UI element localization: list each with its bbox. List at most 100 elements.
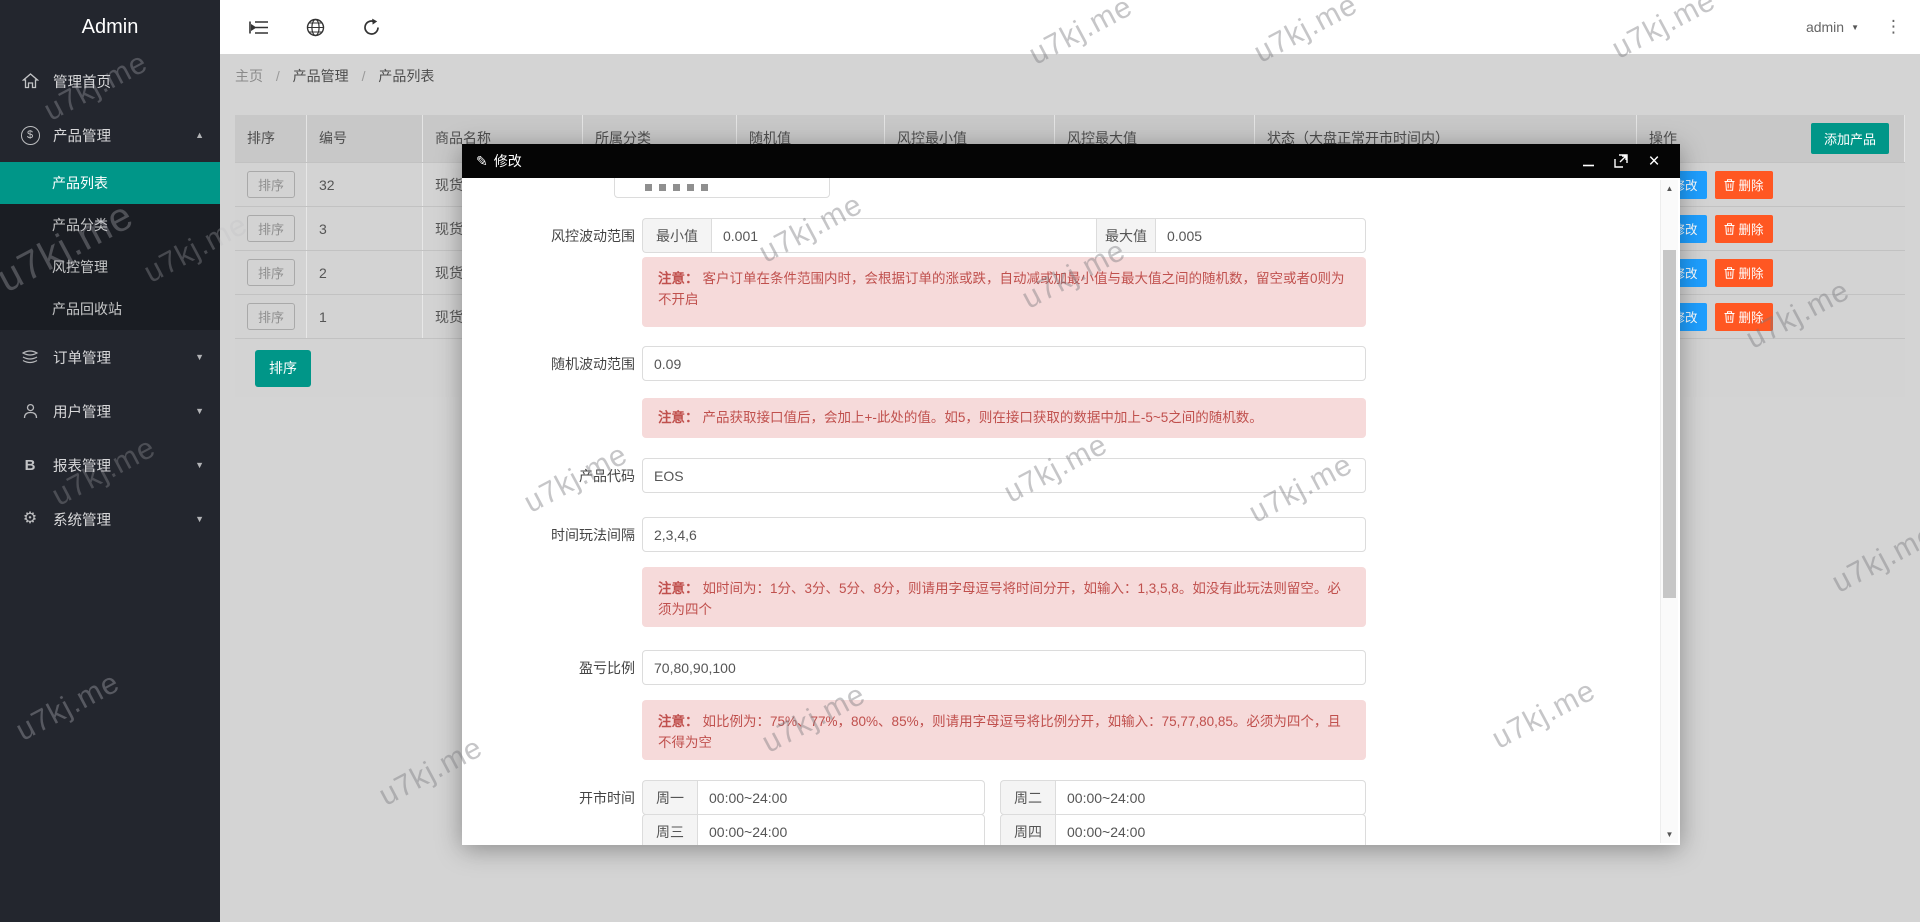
- sidebar-item-label: 订单管理: [53, 347, 111, 368]
- day-addon: 周三: [642, 814, 697, 845]
- time-interval-input[interactable]: [642, 517, 1366, 552]
- report-b-icon: B: [20, 457, 40, 474]
- breadcrumb: 主页 / 产品管理 / 产品列表: [235, 66, 434, 86]
- time-interval-note: 注意：如时间为：1分、3分、5分、8分，则请用字母逗号将时间分开，如输入：1,3…: [642, 567, 1366, 627]
- market-time-tue-input[interactable]: [1055, 780, 1366, 815]
- market-time-wed: 周三: [642, 814, 985, 845]
- sidebar-item-product-recycle[interactable]: 产品回收站: [0, 288, 220, 330]
- field-label-random-range: 随机波动范围: [485, 354, 635, 374]
- cell-id: 32: [307, 163, 423, 206]
- max-addon: 最大值: [1097, 218, 1155, 253]
- market-time-thu: 周四: [1000, 814, 1366, 845]
- scroll-down-icon[interactable]: ▼: [1661, 830, 1678, 839]
- col-id: 编号: [307, 115, 423, 162]
- pl-ratio-input[interactable]: [642, 650, 1366, 685]
- chevron-down-icon: ▼: [195, 352, 204, 362]
- pencil-icon: ✎: [476, 153, 488, 170]
- sort-button[interactable]: 排序: [255, 350, 311, 387]
- home-icon: [20, 73, 40, 89]
- random-range-input[interactable]: [642, 346, 1366, 381]
- modal-title: 修改: [494, 151, 522, 171]
- sidebar-item-user-mgmt[interactable]: 用户管理 ▼: [0, 384, 220, 438]
- dollar-circle-icon: $: [20, 126, 40, 145]
- row-sort-button[interactable]: 排序: [247, 215, 295, 242]
- add-product-button[interactable]: 添加产品: [1811, 123, 1889, 154]
- min-addon: 最小值: [642, 218, 711, 253]
- user-menu[interactable]: admin ▼: [1806, 19, 1859, 35]
- chevron-down-icon: ▼: [195, 514, 204, 524]
- risk-range-group: 最小值 最大值: [642, 218, 1366, 253]
- sidebar: Admin 管理首页 $ 产品管理 ▲ 产品列表 产品分类 风控管理 产品回收站…: [0, 0, 220, 922]
- product-submenu: 产品列表 产品分类 风控管理 产品回收站: [0, 162, 220, 330]
- clipped-select[interactable]: [614, 178, 830, 198]
- sidebar-item-product-list[interactable]: 产品列表: [0, 162, 220, 204]
- modal-titlebar[interactable]: ✎ 修改 ×: [462, 144, 1680, 178]
- trash-icon: [1724, 267, 1735, 279]
- field-label-market-time: 开市时间: [485, 788, 635, 808]
- close-icon[interactable]: ×: [1646, 153, 1662, 169]
- cell-id: 1: [307, 295, 423, 338]
- field-label-time-interval: 时间玩法间隔: [485, 525, 635, 545]
- breadcrumb-product-mgmt[interactable]: 产品管理: [293, 68, 349, 84]
- risk-max-input[interactable]: [1155, 218, 1366, 253]
- delete-button[interactable]: 删除: [1715, 171, 1773, 199]
- sidebar-item-label: 管理首页: [53, 71, 111, 92]
- field-label-pl-ratio: 盈亏比例: [485, 658, 635, 678]
- delete-button[interactable]: 删除: [1715, 303, 1773, 331]
- cell-id: 3: [307, 207, 423, 250]
- delete-button[interactable]: 删除: [1715, 215, 1773, 243]
- more-options-icon[interactable]: ⋮: [1885, 17, 1902, 37]
- layers-icon: [20, 350, 40, 365]
- row-sort-button[interactable]: 排序: [247, 171, 295, 198]
- market-time-wed-input[interactable]: [697, 814, 985, 845]
- market-time-mon: 周一: [642, 780, 985, 815]
- globe-icon[interactable]: [304, 16, 326, 38]
- sidebar-item-label: 系统管理: [53, 509, 111, 530]
- pl-ratio-note: 注意：如比例为：75%、77%，80%、85%，则请用字母逗号将比例分开，如输入…: [642, 700, 1366, 760]
- refresh-icon[interactable]: [360, 16, 382, 38]
- username: admin: [1806, 19, 1844, 35]
- caret-down-icon: ▼: [1851, 23, 1859, 32]
- sidebar-item-risk-mgmt[interactable]: 风控管理: [0, 246, 220, 288]
- sidebar-item-label: 用户管理: [53, 401, 111, 422]
- sidebar-item-product-mgmt[interactable]: $ 产品管理 ▲: [0, 108, 220, 162]
- delete-button[interactable]: 删除: [1715, 259, 1773, 287]
- product-code-input[interactable]: [642, 458, 1366, 493]
- market-time-thu-input[interactable]: [1055, 814, 1366, 845]
- gear-icon: ⚙: [20, 511, 40, 527]
- maximize-icon[interactable]: [1613, 153, 1629, 169]
- breadcrumb-current: 产品列表: [378, 68, 434, 84]
- day-addon: 周二: [1000, 780, 1055, 815]
- row-sort-button[interactable]: 排序: [247, 259, 295, 286]
- modal-scrollbar[interactable]: ▲ ▼: [1660, 180, 1678, 843]
- market-time-tue: 周二: [1000, 780, 1366, 815]
- cell-id: 2: [307, 251, 423, 294]
- risk-min-input[interactable]: [711, 218, 1097, 253]
- chevron-down-icon: ▼: [195, 460, 204, 470]
- user-icon: [20, 403, 40, 419]
- trash-icon: [1724, 179, 1735, 191]
- sidebar-item-report-mgmt[interactable]: B 报表管理 ▼: [0, 438, 220, 492]
- sidebar-item-dashboard[interactable]: 管理首页: [0, 54, 220, 108]
- sidebar-item-label: 产品管理: [53, 125, 111, 146]
- edit-modal: ✎ 修改 × 风控波动范围 最小值 最大值 注意：客户订单在条件范围内时，会根据…: [462, 144, 1680, 845]
- scrollbar-thumb[interactable]: [1663, 250, 1676, 598]
- field-label-product-code: 产品代码: [485, 466, 635, 486]
- topbar: admin ▼ ⋮: [220, 0, 1920, 54]
- sidebar-item-product-category[interactable]: 产品分类: [0, 204, 220, 246]
- sidebar-item-system-mgmt[interactable]: ⚙ 系统管理 ▼: [0, 492, 220, 546]
- row-sort-button[interactable]: 排序: [247, 303, 295, 330]
- scroll-up-icon[interactable]: ▲: [1661, 184, 1678, 193]
- sidebar-item-order-mgmt[interactable]: 订单管理 ▼: [0, 330, 220, 384]
- trash-icon: [1724, 223, 1735, 235]
- random-range-note: 注意：产品获取接口值后，会加上+-此处的值。如5，则在接口获取的数据中加上-5~…: [642, 398, 1366, 438]
- risk-range-note: 注意：客户订单在条件范围内时，会根据订单的涨或跌，自动减或加最小值与最大值之间的…: [642, 257, 1366, 327]
- minimize-icon[interactable]: [1580, 153, 1596, 169]
- market-time-mon-input[interactable]: [697, 780, 985, 815]
- field-label-risk-range: 风控波动范围: [485, 226, 635, 246]
- sidebar-item-label: 报表管理: [53, 455, 111, 476]
- chevron-down-icon: ▼: [195, 406, 204, 416]
- day-addon: 周四: [1000, 814, 1055, 845]
- breadcrumb-home[interactable]: 主页: [235, 68, 263, 84]
- collapse-menu-icon[interactable]: [248, 16, 270, 38]
